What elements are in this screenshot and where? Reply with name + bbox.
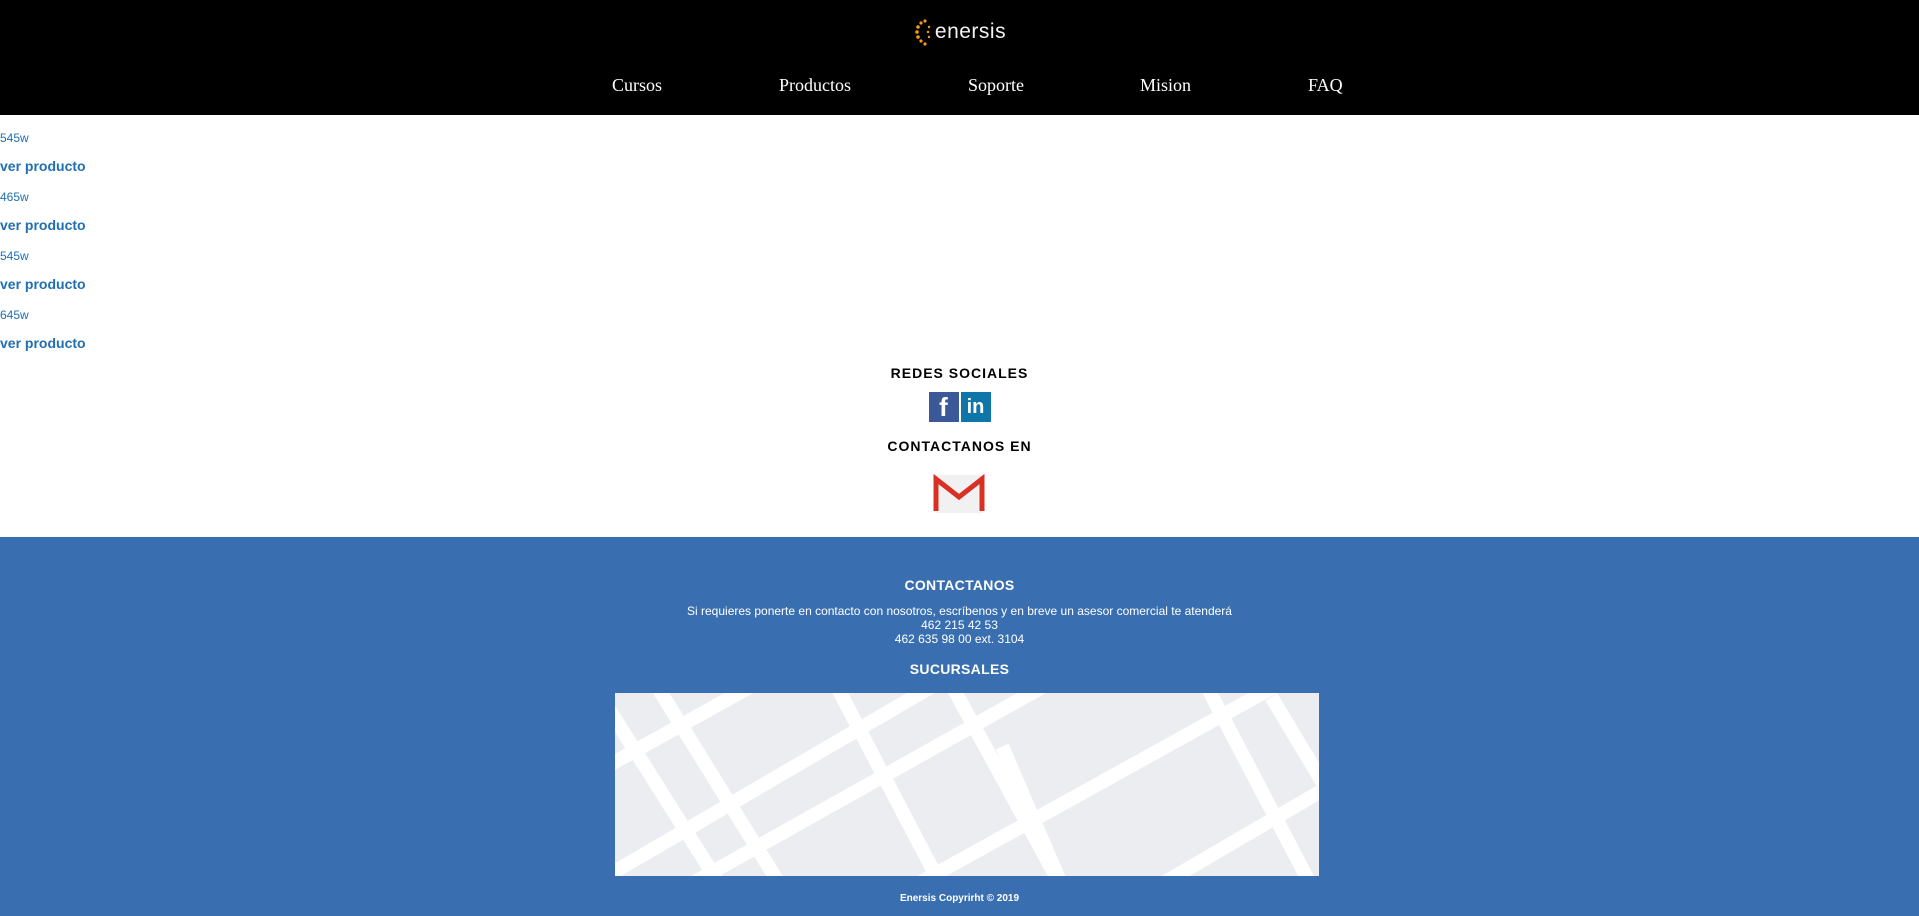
- site-header: enersis Cursos Productos Soporte Mision …: [0, 0, 1919, 115]
- nav-item-cursos[interactable]: Cursos: [612, 70, 662, 100]
- footer-phone-1[interactable]: 462 215 42 53: [0, 618, 1919, 632]
- view-product-link[interactable]: ver producto: [0, 335, 86, 351]
- product-power-label[interactable]: 465w: [0, 190, 29, 204]
- branches-map[interactable]: [615, 693, 1319, 876]
- product-power-label[interactable]: 545w: [0, 249, 29, 263]
- logo-inner[interactable]: enersis: [913, 17, 1006, 47]
- map-streets: [615, 693, 1319, 876]
- view-product-link[interactable]: ver producto: [0, 158, 86, 174]
- logo-text: enersis: [934, 20, 1007, 43]
- contact-title: CONTACTANOS EN: [887, 438, 1032, 454]
- nav-item-mision[interactable]: Mision: [1140, 70, 1191, 100]
- facebook-icon[interactable]: f: [928, 392, 959, 422]
- branches-title: SUCURSALES: [909, 661, 1010, 677]
- product-power-label[interactable]: 545w: [0, 131, 29, 145]
- nav-item-productos[interactable]: Productos: [779, 70, 851, 100]
- linkedin-icon[interactable]: in: [960, 392, 991, 422]
- footer-contact-title: CONTACTANOS: [904, 577, 1015, 593]
- sun-logo-icon: [915, 19, 931, 46]
- nav-item-soporte[interactable]: Soporte: [968, 70, 1024, 100]
- gmail-envelope-icon: [933, 473, 985, 513]
- logo[interactable]: enersis: [0, 17, 1919, 52]
- copyright: Enersis Copyrirht © 2019: [899, 893, 1020, 904]
- social-title: REDES SOCIALES: [890, 365, 1029, 381]
- footer-phone-2[interactable]: 462 635 98 00 ext. 3104: [0, 632, 1919, 646]
- footer-contact-message: Si requieres ponerte en contacto con nos…: [687, 604, 1232, 618]
- product-power-label[interactable]: 645w: [0, 308, 29, 322]
- social-links: f in: [0, 392, 1919, 422]
- main-nav: Cursos Productos Soporte Mision FAQ: [0, 70, 1919, 100]
- view-product-link[interactable]: ver producto: [0, 276, 86, 292]
- site-footer: CONTACTANOS Si requieres ponerte en cont…: [0, 537, 1919, 916]
- nav-item-faq[interactable]: FAQ: [1308, 70, 1343, 100]
- gmail-icon[interactable]: [932, 473, 986, 515]
- view-product-link[interactable]: ver producto: [0, 217, 86, 233]
